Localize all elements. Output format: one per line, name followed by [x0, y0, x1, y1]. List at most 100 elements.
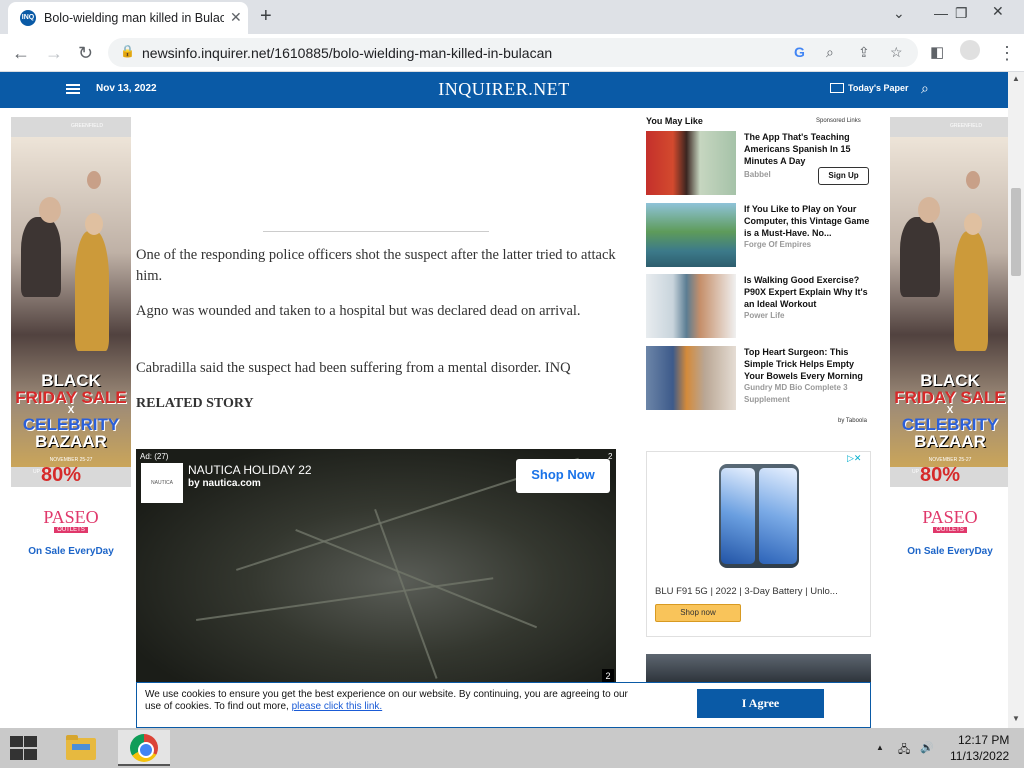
phone-screen-back — [759, 468, 797, 564]
scroll-down-icon[interactable]: ▼ — [1012, 714, 1020, 723]
side-panel-icon[interactable]: ◧ — [930, 43, 944, 61]
ad-percent: 80% — [920, 464, 961, 486]
recommendation-thumbnail[interactable] — [646, 203, 736, 267]
you-may-like-heading: You May Like — [646, 116, 703, 126]
paseo-logo: PASEO — [43, 507, 99, 527]
sign-up-button[interactable]: Sign Up — [818, 167, 869, 185]
on-sale-label: On Sale EveryDay — [907, 546, 993, 557]
outlets-text: OUTLETS — [933, 527, 967, 533]
video-ad-subtitle[interactable]: by nautica.com — [188, 478, 261, 489]
ad-line-bazaar: BAZAAR — [35, 432, 107, 451]
ad-line-bazaar: BAZAAR — [914, 432, 986, 451]
search-icon[interactable]: ⌕ — [921, 80, 929, 97]
cookie-banner: We use cookies to ensure you get the bes… — [136, 682, 871, 728]
phone-image — [719, 464, 799, 568]
recommendation-thumbnail[interactable] — [646, 346, 736, 410]
back-button[interactable]: ← — [12, 43, 30, 64]
recommendation-title[interactable]: The App That's Teaching Americans Spanis… — [744, 131, 870, 167]
ad-brand-logo: GREENFIELD — [950, 123, 982, 129]
tab-search-icon[interactable]: ⌄ — [893, 5, 905, 22]
url-text[interactable]: newsinfo.inquirer.net/1610885/bolo-wield… — [142, 45, 552, 61]
hamburger-menu-icon[interactable] — [66, 84, 80, 94]
recommendation-source: Power Life — [744, 311, 785, 320]
profile-avatar-icon[interactable] — [960, 40, 980, 60]
phone-screen-front — [721, 468, 755, 564]
recommendation-title[interactable]: Top Heart Surgeon: This Simple Trick Hel… — [744, 346, 870, 382]
ad-slogan: BLACK FRIDAY SALE X CELEBRITY BAZAAR — [11, 372, 131, 450]
video-badge-bottom: 2 — [602, 669, 614, 683]
windows-start-icon[interactable] — [8, 736, 38, 760]
clock-time[interactable]: 12:17 PM — [958, 733, 1009, 747]
related-story-heading: RELATED STORY — [136, 396, 254, 411]
ad-dates: NOVEMBER 25-27 — [49, 457, 93, 463]
phone-ad-title[interactable]: BLU F91 5G | 2022 | 3-Day Battery | Unlo… — [655, 586, 865, 597]
recommendation-source: Forge Of Empires — [744, 240, 812, 249]
page-scrollbar[interactable]: ▲ ▼ — [1008, 72, 1024, 728]
clock-date[interactable]: 11/13/2022 — [950, 749, 1009, 763]
address-bar[interactable]: 🔒 newsinfo.inquirer.net/1610885/bolo-wie… — [108, 38, 918, 67]
bookmark-star-icon[interactable]: ☆ — [890, 44, 903, 61]
video-badge-top: 2 — [608, 452, 613, 461]
ad-line-celebrity: CELEBRITY — [901, 415, 999, 434]
site-logo[interactable]: INQUIRER.NET — [404, 79, 604, 100]
paseo-logo: PASEO — [922, 507, 978, 527]
ad-line-friday: FRIDAY SALE — [15, 388, 127, 407]
on-sale-label: On Sale EveryDay — [28, 546, 114, 557]
forward-button[interactable]: → — [45, 43, 63, 64]
cookie-text-block: We use cookies to ensure you get the bes… — [145, 689, 645, 713]
video-ad-title[interactable]: NAUTICA HOLIDAY 22 — [188, 463, 312, 477]
show-hidden-icons-icon[interactable]: ▲ — [876, 743, 884, 752]
nav-date: Nov 13, 2022 — [96, 83, 157, 94]
ad-footer: PASEO OUTLETS On Sale EveryDay — [890, 487, 1010, 565]
recommendation-thumbnail[interactable] — [646, 274, 736, 338]
scrollbar-thumb[interactable] — [1011, 188, 1021, 276]
browser-tab[interactable]: INQ Bolo-wielding man killed in Bulacan … — [8, 2, 248, 34]
chrome-icon — [130, 734, 158, 762]
restore-button[interactable]: ❐ — [955, 5, 968, 22]
recommendation-title[interactable]: Is Walking Good Exercise? P90X Expert Ex… — [744, 274, 870, 310]
recommendation-item[interactable]: Top Heart Surgeon: This Simple Trick Hel… — [646, 346, 872, 412]
file-explorer-icon[interactable] — [62, 732, 100, 764]
scroll-up-icon[interactable]: ▲ — [1012, 74, 1020, 83]
google-translate-icon[interactable]: G — [794, 44, 805, 60]
right-side-ad[interactable]: GREENFIELD BLACK FRIDAY SALE X CELEBRITY… — [890, 117, 1010, 565]
close-tab-icon[interactable]: ✕ — [230, 9, 242, 26]
phone-ad[interactable]: ▷✕ BLU F91 5G | 2022 | 3-Day Battery | U… — [646, 451, 871, 637]
article-divider — [263, 231, 489, 232]
ad-percent: 80% — [41, 464, 82, 486]
zoom-icon[interactable]: ⌕ — [826, 44, 834, 61]
site-favicon-icon: INQ — [20, 10, 36, 26]
video-ad[interactable]: Ad: (27) NAUTICA NAUTICA HOLIDAY 22 by n… — [136, 449, 616, 689]
recommendation-source: Gundry MD Bio Complete 3 Supplement — [744, 383, 848, 404]
adchoices-icon[interactable]: ▷✕ — [847, 453, 861, 464]
ad-slogan: BLACK FRIDAY SALE X CELEBRITY BAZAAR — [890, 372, 1010, 450]
sponsored-links-label[interactable]: Sponsored Links — [816, 118, 861, 124]
new-tab-button[interactable]: + — [260, 5, 272, 28]
todays-paper-link[interactable]: Today's Paper — [830, 83, 909, 93]
left-side-ad[interactable]: GREENFIELD BLACK FRIDAY SALE X CELEBRITY… — [11, 117, 131, 565]
menu-dots-icon[interactable]: ⋮ — [998, 43, 1016, 64]
share-icon[interactable]: ⇪ — [858, 44, 870, 61]
cookie-policy-link[interactable]: please click this link. — [292, 701, 383, 712]
recommendation-title[interactable]: If You Like to Play on Your Computer, th… — [744, 203, 870, 239]
shop-now-button[interactable]: Shop Now — [516, 459, 610, 493]
ad-dates: NOVEMBER 25-27 — [928, 457, 972, 463]
network-icon[interactable]: 🖧 — [898, 741, 910, 760]
minimize-button[interactable]: — — [934, 5, 948, 21]
recommendation-item[interactable]: The App That's Teaching Americans Spanis… — [646, 131, 872, 197]
taboola-credit[interactable]: by Taboola — [838, 418, 867, 424]
reload-button[interactable]: ↻ — [78, 43, 93, 64]
advertiser-logo[interactable]: NAUTICA — [141, 463, 183, 503]
volume-icon[interactable]: 🔊 — [920, 741, 934, 754]
chrome-taskbar-button[interactable] — [118, 730, 170, 766]
shop-now-button[interactable]: Shop now — [655, 604, 741, 622]
window-close-button[interactable]: ✕ — [976, 0, 1024, 30]
agree-button[interactable]: I Agree — [697, 689, 824, 718]
lock-icon[interactable]: 🔒 — [120, 44, 135, 58]
recommendation-item[interactable]: Is Walking Good Exercise? P90X Expert Ex… — [646, 274, 872, 340]
taskbar: ▲ 🖧 🔊 12:17 PM 11/13/2022 — [0, 728, 1024, 768]
car-ad[interactable] — [646, 654, 871, 684]
recommendation-thumbnail[interactable] — [646, 131, 736, 195]
recommendation-item[interactable]: If You Like to Play on Your Computer, th… — [646, 203, 872, 269]
newspaper-icon — [830, 83, 844, 93]
